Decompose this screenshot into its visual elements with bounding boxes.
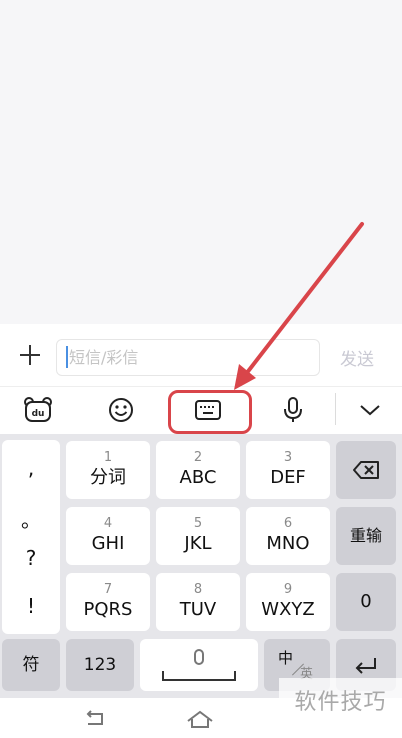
watermark: 软件技巧 bbox=[279, 678, 402, 722]
arrow-annotation-icon bbox=[234, 222, 364, 390]
